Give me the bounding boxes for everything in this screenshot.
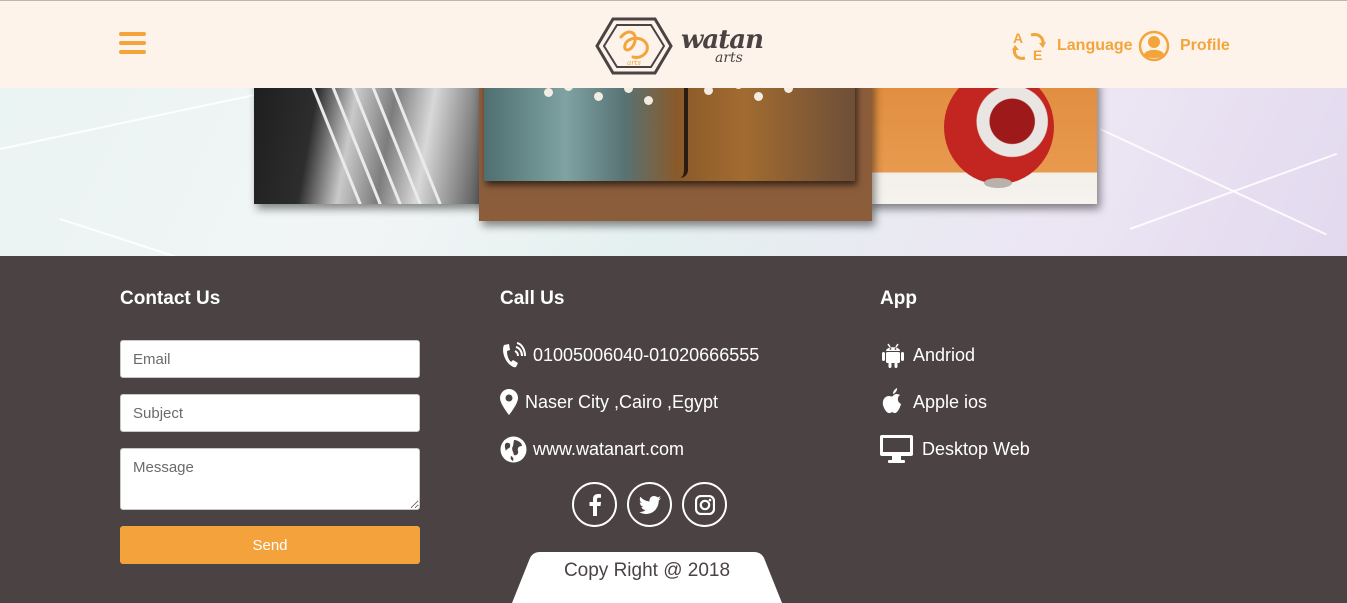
blossom (754, 92, 763, 101)
svg-text:A: A (1013, 30, 1023, 46)
app-heading: App (880, 288, 917, 309)
profile-link[interactable]: Profile (1138, 29, 1230, 63)
menu-bar (119, 50, 146, 54)
twitter-button[interactable] (627, 482, 672, 527)
guitar-artwork-image[interactable] (254, 88, 494, 204)
marble-vein (1129, 152, 1338, 230)
tree-trunk (680, 88, 688, 178)
marble-vein (59, 218, 251, 256)
blossom (624, 88, 633, 93)
address-row: Naser City ,Cairo ,Egypt (499, 387, 718, 417)
android-app-link[interactable]: Andriod (879, 340, 975, 370)
android-label: Andriod (913, 344, 976, 365)
desktop-web-link[interactable]: Desktop Web (879, 434, 1030, 464)
facebook-button[interactable] (572, 482, 617, 527)
apple-ios-label: Apple ios (913, 391, 988, 412)
blossom (734, 88, 743, 89)
contact-us-heading: Contact Us (120, 288, 221, 309)
menu-bar (119, 41, 146, 45)
logo-emblem-icon: arts (595, 17, 673, 75)
instagram-icon (694, 494, 715, 515)
site-footer: Contact Us Send Call Us 01005006040-0102… (0, 256, 1347, 603)
map-pin-icon (499, 389, 519, 415)
website-row[interactable]: www.watanart.com (499, 434, 684, 464)
android-icon (879, 341, 907, 369)
blossom (564, 88, 573, 91)
email-field[interactable] (120, 340, 420, 378)
desktop-icon (879, 435, 913, 463)
painting-artwork-image[interactable] (479, 88, 872, 221)
svg-text:arts: arts (627, 59, 641, 67)
copyright-tab: Copy Right @ 2018 (512, 552, 782, 603)
painting-canvas (484, 88, 855, 181)
blossom (644, 96, 653, 105)
svg-text:E: E (1033, 47, 1042, 63)
hamburger-menu-button[interactable] (119, 32, 146, 58)
subject-field[interactable] (120, 394, 420, 432)
marble-vein (1099, 128, 1327, 236)
blossom (594, 92, 603, 101)
call-us-heading: Call Us (500, 288, 565, 309)
apple-app-link[interactable]: Apple ios (879, 387, 987, 417)
phone-number-text: 01005006040-01020666555 (533, 344, 760, 365)
globe-icon (499, 436, 527, 463)
phone-icon (499, 341, 527, 369)
send-button[interactable]: Send (120, 526, 420, 564)
menu-bar (119, 32, 146, 36)
blossom (704, 88, 713, 95)
blossom (544, 88, 553, 97)
watan-arts-logo[interactable]: arts watan arts (593, 15, 764, 77)
chair-artwork-image[interactable] (868, 88, 1097, 204)
website-link[interactable]: www.watanart.com (533, 439, 684, 460)
facebook-icon (589, 493, 601, 516)
language-icon: A E (1012, 30, 1046, 63)
instagram-button[interactable] (682, 482, 727, 527)
user-avatar-icon (1138, 30, 1170, 62)
language-label: Language (1057, 37, 1133, 54)
copyright-text: Copy Right @ 2018 (563, 560, 731, 581)
apple-icon (879, 388, 907, 416)
chair-stand (984, 178, 1012, 188)
logo-word-arts: arts (715, 50, 743, 66)
blossom (784, 88, 793, 93)
address-text: Naser City ,Cairo ,Egypt (525, 391, 719, 412)
hero-gallery (0, 88, 1347, 256)
language-switcher[interactable]: A E Language (1011, 29, 1133, 63)
logo-wordmark: watan arts (681, 27, 764, 65)
profile-label: Profile (1180, 37, 1230, 54)
twitter-icon (638, 495, 661, 514)
desktop-web-label: Desktop Web (922, 438, 1030, 459)
message-field[interactable] (120, 448, 420, 510)
marble-vein (0, 93, 255, 150)
ball-chair (944, 88, 1054, 184)
phone-row: 01005006040-01020666555 (499, 340, 759, 370)
top-header: arts watan arts A E Language Profile (0, 0, 1347, 88)
